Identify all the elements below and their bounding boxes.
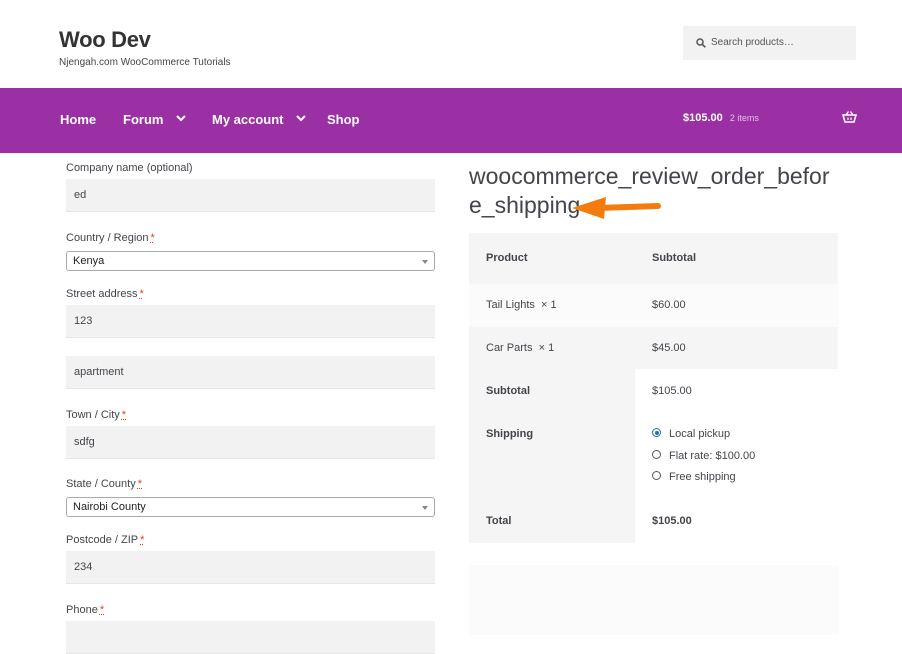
shipping-option-label: Free shipping	[669, 471, 736, 483]
item-name-text: Car Parts	[486, 342, 532, 354]
cart-link[interactable]: $105.00 2 items	[683, 88, 759, 148]
shipping-option-flat-rate[interactable]: Flat rate: $100.00	[669, 450, 755, 462]
shipping-label: Shipping	[469, 428, 533, 440]
search-input[interactable]: Search products…	[683, 26, 856, 60]
shipping-option-local-pickup[interactable]: Local pickup	[669, 428, 730, 440]
nav-label-shop: Shop	[327, 112, 360, 127]
nav-item-home[interactable]: Home	[60, 88, 96, 153]
phone-field[interactable]	[66, 621, 435, 654]
item-qty: × 1	[541, 299, 557, 311]
street-label-text: Street address	[66, 288, 138, 300]
radio-selected[interactable]	[652, 428, 661, 437]
street-field[interactable]: 123	[66, 305, 435, 338]
item-name: Car Parts × 1	[469, 342, 554, 354]
search-placeholder: Search products…	[711, 37, 794, 48]
required-mark: *	[138, 478, 142, 490]
main-navigation: Home Forum My account Shop $105.00 2 ite…	[0, 88, 902, 153]
table-row: Car Parts × 1 $45.00	[469, 327, 838, 369]
nav-label-my-account: My account	[212, 112, 284, 127]
subtotal-label: Subtotal	[469, 385, 530, 397]
total-value: $105.00	[635, 515, 692, 527]
select-arrow-icon	[422, 260, 428, 264]
country-select[interactable]: Kenya	[66, 251, 435, 271]
cart-total: $105.00	[683, 112, 723, 124]
required-mark: *	[151, 232, 155, 244]
chevron-down-icon	[176, 115, 186, 122]
search-icon	[696, 38, 706, 48]
postcode-field[interactable]: 234	[66, 551, 435, 584]
company-label: Company name (optional)	[66, 162, 193, 174]
item-price: $60.00	[635, 299, 686, 311]
site-header: Woo Dev Njengah.com WooCommerce Tutorial…	[0, 0, 902, 88]
item-name-text: Tail Lights	[486, 299, 535, 311]
item-name: Tail Lights × 1	[469, 299, 557, 311]
shipping-option-label: Flat rate: $100.00	[669, 450, 755, 462]
arrow-annotation-icon	[570, 193, 664, 221]
required-mark: *	[140, 534, 144, 546]
site-title[interactable]: Woo Dev	[59, 27, 151, 53]
country-label-text: Country / Region	[66, 232, 149, 244]
required-mark: *	[140, 288, 144, 300]
nav-item-shop[interactable]: Shop	[327, 88, 360, 153]
select-arrow-icon	[422, 506, 428, 510]
required-mark: *	[100, 604, 104, 616]
table-row: Tail Lights × 1 $60.00	[469, 284, 838, 327]
subtotal-header: Subtotal	[635, 252, 696, 264]
product-header: Product	[469, 252, 528, 264]
country-value: Kenya	[73, 255, 104, 267]
basket-icon[interactable]	[842, 111, 857, 123]
nav-label-forum: Forum	[123, 112, 163, 127]
required-mark: *	[122, 409, 126, 421]
postcode-label: Postcode / ZIP *	[66, 534, 144, 546]
state-label-text: State / County	[66, 478, 136, 490]
item-price: $45.00	[635, 342, 686, 354]
shipping-option-free[interactable]: Free shipping	[669, 471, 736, 483]
site-description: Njengah.com WooCommerce Tutorials	[59, 57, 231, 68]
cart-count: 2 items	[730, 113, 759, 123]
state-value: Nairobi County	[73, 501, 146, 513]
street-label: Street address *	[66, 288, 144, 300]
state-select[interactable]: Nairobi County	[66, 497, 435, 517]
phone-label: Phone *	[66, 604, 104, 616]
company-field[interactable]: ed	[66, 179, 435, 212]
nav-item-my-account[interactable]: My account	[212, 88, 306, 153]
town-field[interactable]: sdfg	[66, 426, 435, 459]
postcode-label-text: Postcode / ZIP	[66, 534, 138, 546]
state-label: State / County *	[66, 478, 142, 490]
chevron-down-icon	[296, 115, 306, 122]
nav-item-forum[interactable]: Forum	[123, 88, 186, 153]
town-label-text: Town / City	[66, 409, 120, 421]
town-label: Town / City *	[66, 409, 126, 421]
total-label: Total	[469, 515, 511, 527]
radio-unselected[interactable]	[652, 450, 661, 459]
street2-field[interactable]: apartment	[66, 356, 435, 389]
nav-label-home: Home	[60, 112, 96, 127]
subtotal-value: $105.00	[635, 385, 692, 397]
faded-product-image	[469, 565, 839, 635]
phone-label-text: Phone	[66, 604, 98, 616]
radio-unselected[interactable]	[652, 471, 661, 480]
country-label: Country / Region *	[66, 232, 155, 244]
item-qty: × 1	[539, 342, 555, 354]
shipping-option-label: Local pickup	[669, 428, 730, 440]
table-header-row: Product Subtotal	[469, 233, 838, 284]
